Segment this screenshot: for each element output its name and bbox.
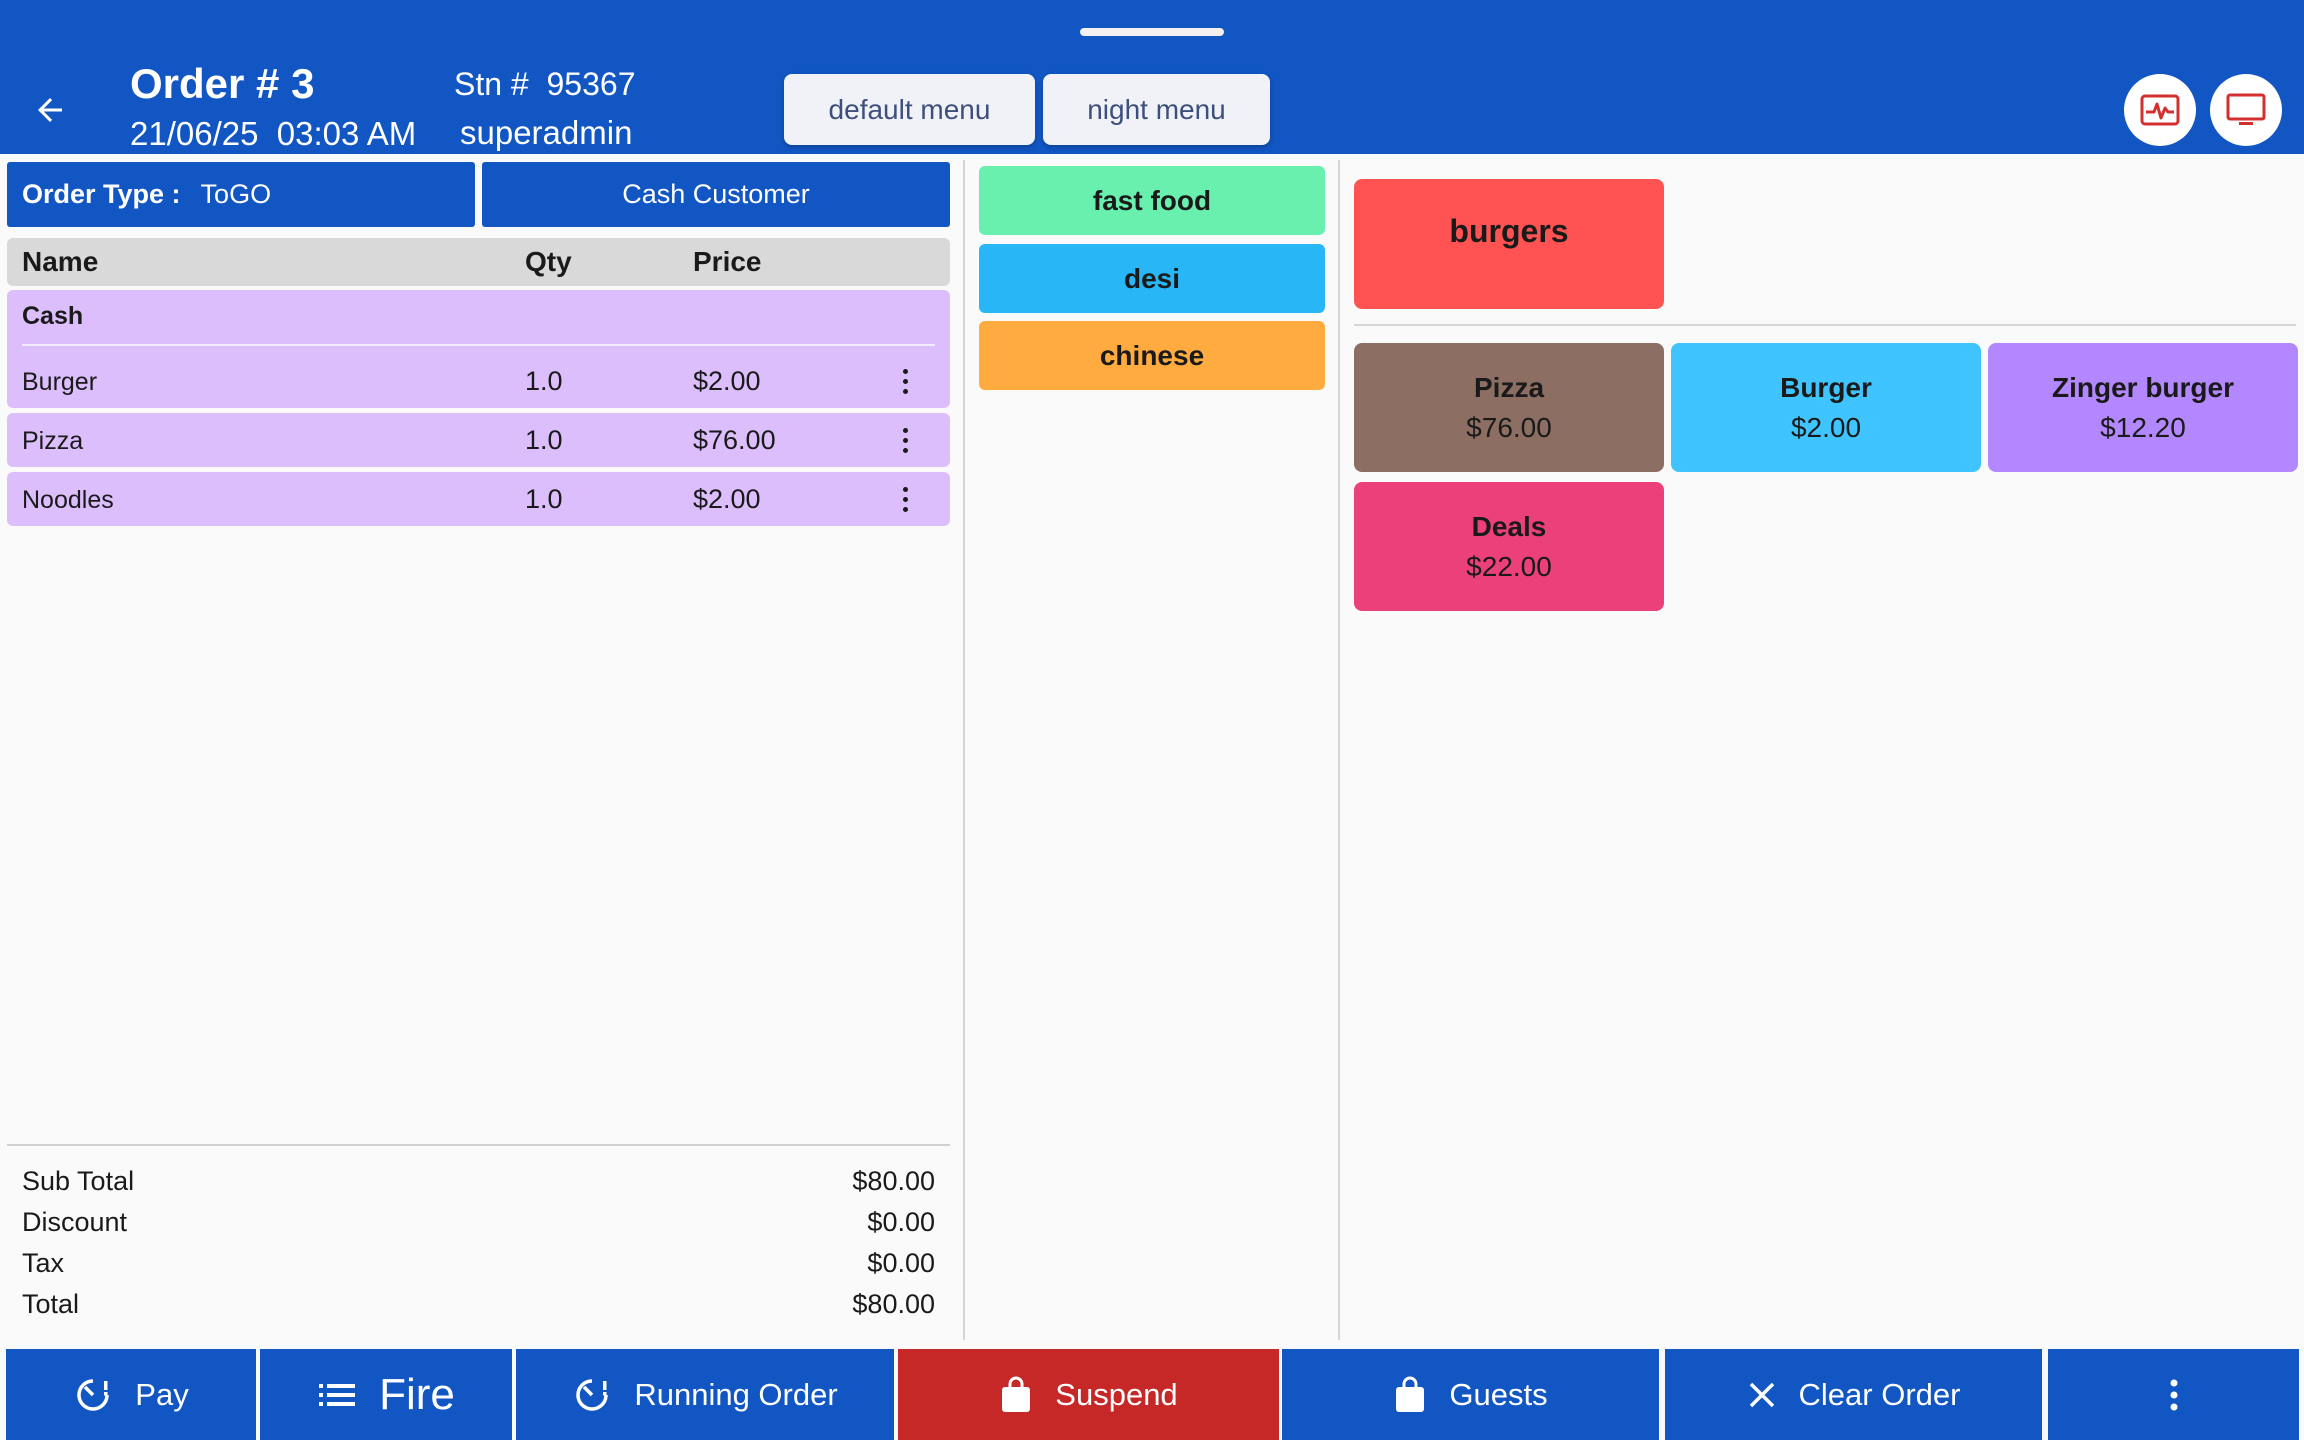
- product-price: $12.20: [2100, 411, 2186, 443]
- close-icon: [1749, 1382, 1774, 1407]
- more-options-button[interactable]: [2048, 1349, 2299, 1440]
- back-button[interactable]: [22, 82, 78, 138]
- pulse-card-icon: [2140, 94, 2180, 126]
- order-type-button[interactable]: Order Type : ToGO: [7, 162, 475, 227]
- item-price: $2.00: [693, 484, 761, 514]
- more-vert-icon[interactable]: [891, 422, 919, 458]
- order-title: Order # 3: [130, 60, 315, 107]
- order-item-row[interactable]: Burger 1.0 $2.00: [7, 354, 950, 408]
- tax-value: $0.00: [867, 1248, 935, 1278]
- order-datetime: 21/06/25 03:03 AM: [130, 115, 417, 152]
- item-qty: 1.0: [525, 484, 563, 514]
- column-price: Price: [693, 246, 762, 277]
- default-menu-button[interactable]: default menu: [784, 74, 1035, 145]
- product-card-deals[interactable]: Deals $22.00: [1354, 482, 1664, 611]
- fire-label: Fire: [379, 1369, 455, 1419]
- more-vert-icon: [2170, 1379, 2177, 1410]
- panel-divider: [1338, 160, 1340, 1340]
- item-name: Burger: [22, 368, 98, 396]
- product-price: $76.00: [1466, 411, 1552, 443]
- list-icon: [319, 1383, 356, 1406]
- back-arrow-icon: [38, 98, 62, 122]
- item-price: $76.00: [693, 425, 776, 455]
- guests-label: Guests: [1449, 1376, 1548, 1412]
- category-chinese[interactable]: chinese: [979, 321, 1325, 390]
- product-card-zinger-burger[interactable]: Zinger burger $12.20: [1988, 343, 2298, 472]
- product-card-burger[interactable]: Burger $2.00: [1671, 343, 1981, 472]
- column-qty: Qty: [525, 246, 572, 277]
- product-name: Deals: [1471, 510, 1547, 542]
- product-price: $2.00: [1790, 411, 1862, 443]
- drag-handle[interactable]: [1080, 28, 1224, 36]
- timer-alert-icon: [77, 1378, 110, 1411]
- station-number: Stn # 95367: [454, 66, 636, 102]
- shopping-bag-icon: [1396, 1376, 1425, 1412]
- total-value: $80.00: [852, 1289, 935, 1319]
- item-price: $2.00: [693, 366, 761, 396]
- tax-label: Tax: [22, 1248, 65, 1278]
- pay-button[interactable]: Pay: [6, 1349, 256, 1440]
- totals-divider: [7, 1144, 950, 1146]
- monitor-icon: [2226, 93, 2266, 125]
- order-type-value: ToGO: [200, 179, 272, 209]
- current-user: superadmin: [460, 114, 633, 151]
- shopping-bag-icon: [1002, 1376, 1031, 1412]
- order-type-label: Order Type :: [22, 179, 181, 209]
- discount-label: Discount: [22, 1207, 128, 1237]
- night-menu-button[interactable]: night menu: [1043, 74, 1270, 145]
- product-price: $22.00: [1466, 550, 1552, 582]
- order-item-row[interactable]: Noodles 1.0 $2.00: [7, 472, 950, 526]
- activity-button[interactable]: [2124, 74, 2196, 146]
- products-divider: [1354, 324, 2296, 326]
- more-vert-icon[interactable]: [891, 481, 919, 517]
- subtotal-label: Sub Total: [22, 1166, 135, 1196]
- order-group-title: Cash: [22, 302, 84, 330]
- pay-label: Pay: [135, 1376, 189, 1412]
- item-name: Pizza: [22, 427, 84, 455]
- subtotal-value: $80.00: [852, 1166, 935, 1196]
- running-order-button[interactable]: Running Order: [516, 1349, 894, 1440]
- subcategory-burgers[interactable]: burgers: [1354, 179, 1664, 309]
- customer-button[interactable]: Cash Customer: [482, 162, 950, 227]
- order-item-row[interactable]: Pizza 1.0 $76.00: [7, 413, 950, 467]
- more-vert-icon[interactable]: [891, 363, 919, 399]
- display-button[interactable]: [2210, 74, 2282, 146]
- timer-alert-icon: [576, 1378, 609, 1411]
- item-qty: 1.0: [525, 425, 563, 455]
- column-name: Name: [22, 246, 99, 277]
- top-bar: Order # 3 21/06/25 03:03 AM Stn # 95367 …: [0, 0, 2304, 154]
- product-card-pizza[interactable]: Pizza $76.00: [1354, 343, 1664, 472]
- category-fast-food[interactable]: fast food: [979, 166, 1325, 235]
- item-qty: 1.0: [525, 366, 563, 396]
- product-name: Burger: [1780, 371, 1872, 403]
- discount-value: $0.00: [867, 1207, 935, 1237]
- product-name: Zinger burger: [2051, 371, 2234, 403]
- running-order-label: Running Order: [634, 1376, 838, 1412]
- item-name: Noodles: [22, 486, 114, 514]
- fire-button[interactable]: Fire: [260, 1349, 512, 1440]
- clear-order-label: Clear Order: [1798, 1376, 1961, 1412]
- panel-divider: [963, 160, 965, 1340]
- suspend-button[interactable]: Suspend: [898, 1349, 1279, 1440]
- order-table-header: Name Qty Price: [7, 238, 950, 286]
- guests-button[interactable]: Guests: [1282, 1349, 1659, 1440]
- clear-order-button[interactable]: Clear Order: [1665, 1349, 2042, 1440]
- total-label: Total: [22, 1289, 80, 1319]
- category-desi[interactable]: desi: [979, 244, 1325, 313]
- divider: [22, 344, 935, 346]
- suspend-label: Suspend: [1055, 1376, 1178, 1412]
- product-name: Pizza: [1473, 371, 1545, 403]
